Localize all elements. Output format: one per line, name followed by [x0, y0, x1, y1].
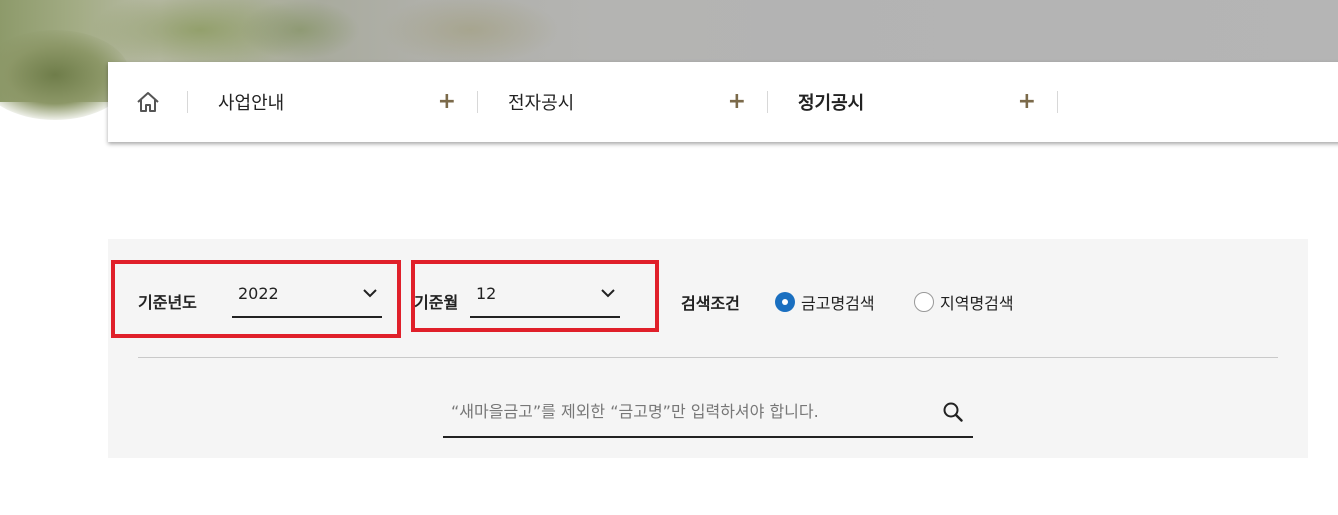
home-icon: [137, 92, 159, 112]
chevron-down-icon: [601, 289, 615, 298]
nav-item-business[interactable]: 사업안내 +: [188, 62, 478, 142]
month-label: 기준월: [414, 293, 459, 312]
year-label: 기준년도: [138, 293, 197, 312]
nav-item-electronic-disclosure[interactable]: 전자공시 +: [478, 62, 768, 142]
radio-label: 지역명검색: [940, 294, 1014, 313]
main-navigation: 사업안내 + 전자공시 + 정기공시 +: [108, 62, 1338, 142]
month-select-value: 12: [476, 283, 497, 303]
nav-item-label: 사업안내: [218, 93, 285, 114]
search-bar: [443, 387, 973, 438]
chevron-down-icon: [363, 289, 377, 298]
radio-unselected-icon[interactable]: [914, 292, 934, 312]
search-condition-label: 검색조건: [681, 294, 740, 313]
expand-plus-icon[interactable]: +: [438, 91, 456, 113]
home-button[interactable]: [108, 62, 188, 142]
radio-bank-name[interactable]: 금고명검색: [775, 290, 875, 314]
nav-item-label: 전자공시: [508, 93, 575, 114]
expand-plus-icon[interactable]: +: [728, 91, 746, 113]
search-button[interactable]: [933, 392, 973, 432]
filter-row: 기준년도 2022 기준월 12 검색조건 금고명검색 지역명검색: [108, 239, 1308, 357]
search-icon: [943, 402, 963, 422]
nav-item-regular-disclosure[interactable]: 정기공시 +: [768, 62, 1058, 142]
month-select[interactable]: 12: [470, 282, 620, 318]
year-select-value: 2022: [238, 283, 279, 303]
radio-region-name[interactable]: 지역명검색: [914, 290, 1014, 314]
nav-item-label: 정기공시: [798, 93, 865, 114]
divider: [138, 357, 1278, 358]
expand-plus-icon[interactable]: +: [1018, 91, 1036, 113]
radio-selected-icon[interactable]: [775, 292, 795, 312]
search-panel: 기준년도 2022 기준월 12 검색조건 금고명검색 지역명검색: [108, 239, 1308, 458]
search-input[interactable]: [443, 402, 933, 421]
radio-label: 금고명검색: [801, 294, 875, 313]
year-select[interactable]: 2022: [232, 282, 382, 318]
